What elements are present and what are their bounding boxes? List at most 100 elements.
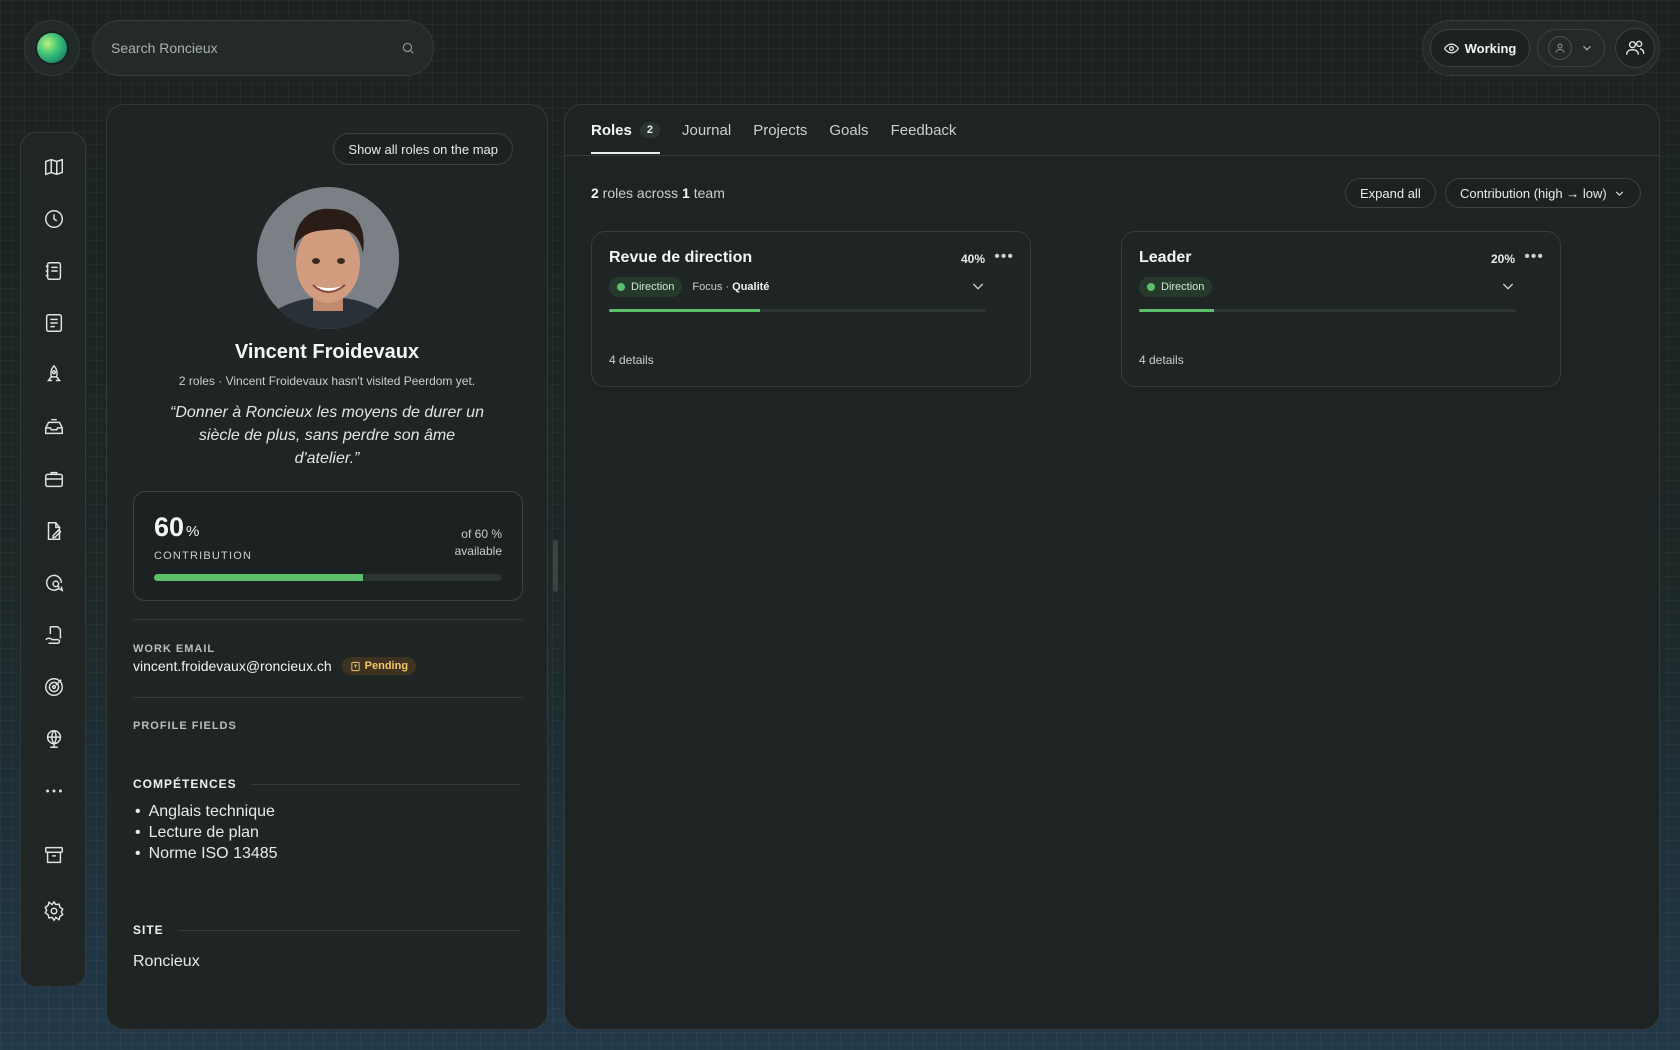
sidebar-item-map[interactable]: [32, 145, 76, 189]
role-details-link[interactable]: 4 details: [609, 353, 654, 367]
contribution-progress-fill: [154, 574, 363, 581]
work-email-value[interactable]: vincent.froidevaux@roncieux.ch: [133, 658, 332, 674]
tab-projects[interactable]: Projects: [753, 105, 807, 155]
sidebar-item-goals[interactable]: [32, 665, 76, 709]
roles-summary: 2 roles across 1 team: [591, 185, 725, 201]
sidebar-item-discussions[interactable]: [32, 561, 76, 605]
profile-fields-label: PROFILE FIELDS: [133, 720, 237, 732]
briefcase-icon: [45, 471, 63, 488]
show-roles-on-map-button[interactable]: Show all roles on the map: [333, 133, 513, 165]
more-icon[interactable]: •••: [1524, 248, 1544, 266]
list-item: Anglais technique: [147, 801, 278, 822]
contribution-value: 60%: [154, 512, 200, 542]
search-bar[interactable]: [92, 20, 434, 76]
more-icon[interactable]: •••: [994, 248, 1014, 266]
tab-journal[interactable]: Journal: [682, 105, 731, 155]
contribution-card: 60% CONTRIBUTION of 60 % available: [133, 491, 523, 601]
divider: [133, 697, 523, 698]
status-badge: Pending: [341, 657, 417, 675]
role-title[interactable]: Leader: [1139, 249, 1191, 267]
sidebar-nav: [20, 132, 86, 987]
sidebar-item-settings[interactable]: [32, 889, 76, 933]
role-progress-bar: [609, 309, 986, 312]
circle-chip[interactable]: Direction: [609, 277, 683, 297]
site-value: Roncieux: [133, 953, 200, 970]
contribution-available: of 60 % available: [454, 527, 502, 558]
circle-chip[interactable]: Direction: [1139, 277, 1213, 297]
user-avatar-icon: [1548, 36, 1572, 60]
people-button[interactable]: [1615, 28, 1655, 68]
role-card[interactable]: Leader 20% ••• Direction 4 details: [1121, 231, 1561, 387]
inbox-icon: [45, 418, 63, 435]
target-icon: [45, 678, 63, 696]
panel-resize-handle[interactable]: [553, 540, 558, 592]
app-logo: [37, 33, 67, 63]
sidebar-item-history[interactable]: [32, 197, 76, 241]
role-percent: 20%: [1490, 252, 1515, 266]
role-card[interactable]: Revue de direction 40% ••• Direction Foc…: [591, 231, 1031, 387]
tab-roles-count: 2: [639, 122, 660, 138]
sidebar-item-journal[interactable]: [32, 249, 76, 293]
profile-panel: Show all roles on the map Vincent Froide…: [106, 104, 548, 1030]
roles-panel: Roles 2 Journal Projects Goals Feedback …: [564, 104, 1660, 1030]
sidebar-item-work[interactable]: [32, 457, 76, 501]
profile-subline: 2 roles · Vincent Froidevaux hasn't visi…: [178, 374, 476, 388]
role-tags: Direction Focus · Qualité: [609, 277, 769, 297]
globe-icon: [46, 730, 62, 748]
role-details-link[interactable]: 4 details: [1139, 353, 1184, 367]
eye-icon: [1443, 41, 1459, 56]
tab-feedback[interactable]: Feedback: [891, 105, 957, 155]
role-title[interactable]: Revue de direction: [609, 249, 752, 267]
tab-goals[interactable]: Goals: [829, 105, 868, 155]
search-icon: [401, 41, 415, 55]
chevron-down-icon[interactable]: [1500, 278, 1516, 294]
contribution-progress-bar: [154, 574, 502, 581]
people-icon: [1625, 38, 1645, 58]
list-item: Lecture de plan: [147, 822, 278, 843]
sidebar-item-more[interactable]: [32, 769, 76, 813]
avatar: [257, 187, 399, 329]
sidebar-item-documents[interactable]: [32, 509, 76, 553]
clock-icon: [45, 210, 63, 228]
chevron-down-icon[interactable]: [970, 278, 986, 294]
chevron-down-icon: [1615, 190, 1623, 196]
sort-dropdown[interactable]: Contribution (high → low): [1445, 178, 1641, 208]
search-input[interactable]: [111, 40, 401, 56]
person-name: Vincent Froidevaux: [234, 341, 420, 363]
work-email-label: WORK EMAIL: [133, 643, 216, 655]
rocket-icon: [47, 364, 61, 382]
pending-icon: [351, 661, 360, 671]
more-icon: [46, 789, 62, 793]
user-menu-dropdown[interactable]: [1537, 29, 1605, 67]
expand-all-button[interactable]: Expand all: [1345, 178, 1436, 208]
sidebar-item-policies[interactable]: [32, 613, 76, 657]
sidebar-item-projects[interactable]: [32, 353, 76, 397]
journal-icon: [45, 262, 62, 280]
work-email-row: vincent.froidevaux@roncieux.ch Pending: [133, 657, 417, 675]
role-tags: Direction: [1139, 277, 1213, 297]
divider: [133, 619, 523, 620]
role-percent: 40%: [960, 252, 985, 266]
archive-icon: [45, 846, 63, 864]
status-toggle-button[interactable]: Working: [1430, 29, 1530, 67]
site-heading: SITE: [133, 923, 521, 937]
list-icon: [45, 314, 63, 332]
sidebar-item-roles-list[interactable]: [32, 301, 76, 345]
competences-heading: COMPÉTENCES: [133, 777, 521, 791]
map-icon: [45, 158, 63, 176]
tab-roles[interactable]: Roles 2: [591, 105, 660, 155]
list-item: Norme ISO 13485: [147, 843, 278, 864]
role-progress-bar: [1139, 309, 1516, 312]
sidebar-item-archive[interactable]: [32, 833, 76, 877]
focus-label: Focus · Qualité: [692, 281, 770, 293]
divider: [565, 155, 1659, 156]
sidebar-item-network[interactable]: [32, 717, 76, 761]
chevron-down-icon: [1580, 41, 1594, 55]
search-chat-icon: [46, 574, 64, 592]
competences-list: Anglais techniqueLecture de planNorme IS…: [147, 801, 278, 864]
home-logo-button[interactable]: [24, 20, 80, 76]
edit-document-icon: [47, 522, 62, 540]
sidebar-item-inbox[interactable]: [32, 405, 76, 449]
status-label: Working: [1464, 40, 1517, 56]
settings-icon: [44, 900, 64, 922]
